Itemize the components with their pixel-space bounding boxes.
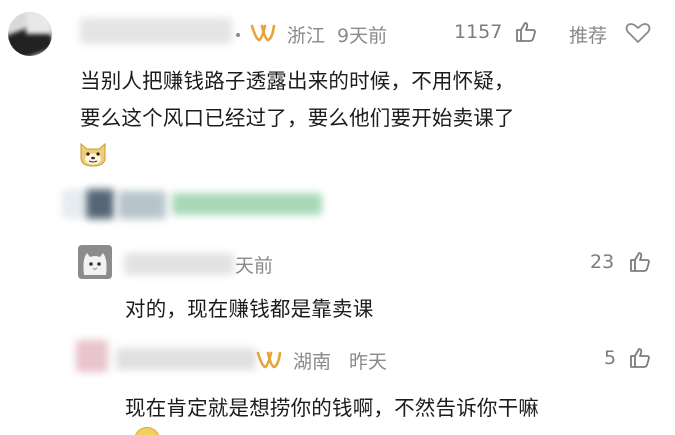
comment-text-line-1: 当别人把赚钱路子透露出来的时候，不用怀疑，: [80, 69, 515, 93]
doge-emoji: [78, 140, 108, 168]
comment-location: 湖南: [293, 351, 332, 373]
comment-time: 9天前: [337, 25, 388, 47]
username-blurred[interactable]: [116, 348, 256, 370]
like-count: 23: [590, 251, 615, 273]
ip-location-icon: [250, 23, 276, 43]
comment-text: 对的，现在赚钱都是靠卖课: [125, 297, 374, 321]
username-blurred[interactable]: [80, 18, 232, 44]
recommend-label[interactable]: 推荐: [569, 21, 607, 48]
like-count: 1157: [454, 21, 503, 43]
heart-icon[interactable]: [625, 22, 651, 44]
emoji-partial: [134, 427, 160, 435]
comment-location: 浙江: [287, 25, 326, 47]
username-blurred[interactable]: [124, 253, 234, 275]
avatar[interactable]: [78, 245, 112, 279]
comment-3: 湖南 昨天 5 现在肯定就是想捞你的钱啊，不然告诉你干嘛: [0, 330, 675, 435]
comment-2: 天前 23 对的，现在赚钱都是靠卖课: [0, 235, 675, 330]
comment-time: 天前: [235, 255, 274, 277]
reply-thread-header-blurred[interactable]: [0, 175, 675, 235]
thumbs-up-icon[interactable]: [514, 20, 538, 44]
comment-text: 现在肯定就是想捞你的钱啊，不然告诉你干嘛: [125, 396, 539, 420]
avatar[interactable]: [76, 340, 108, 372]
meta-dot: [236, 33, 240, 37]
avatar[interactable]: [8, 12, 52, 56]
ip-location-icon: [256, 350, 282, 370]
comment-1: 浙江 9天前 1157 推荐 当别人把赚钱路子透露出来的时候，不用怀疑， 要么这…: [0, 0, 675, 175]
comment-text-line-2: 要么这个风口已经过了，要么他们要开始卖课了: [80, 106, 515, 130]
thumbs-up-icon[interactable]: [628, 346, 652, 370]
comment-time: 昨天: [349, 351, 388, 373]
like-count: 5: [604, 347, 617, 369]
thumbs-up-icon[interactable]: [628, 250, 652, 274]
